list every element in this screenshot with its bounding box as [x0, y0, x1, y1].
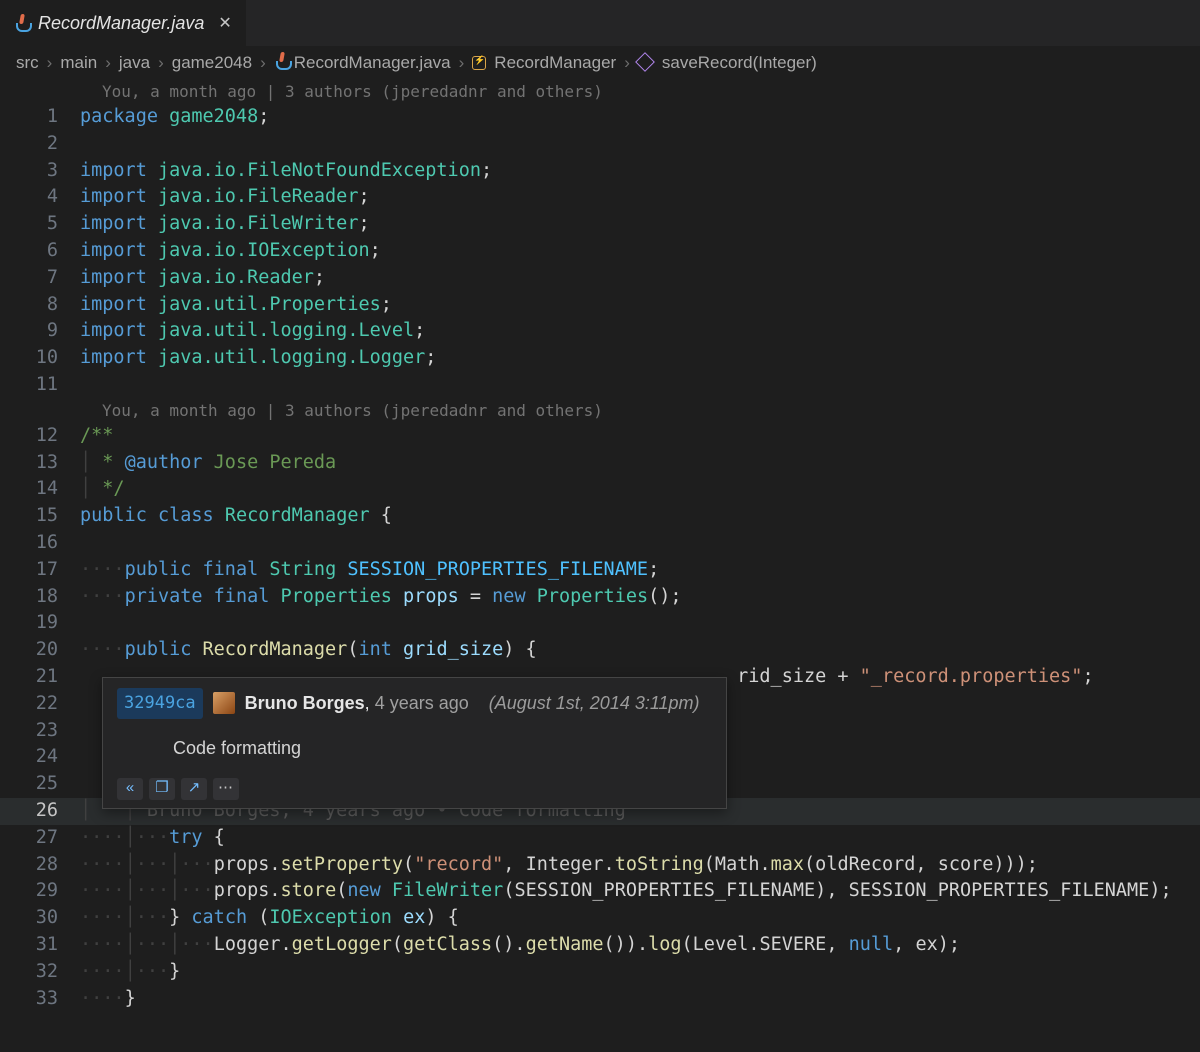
- code-line-33: 33····}: [0, 986, 1200, 1013]
- code-line-2: 2: [0, 131, 1200, 158]
- class-icon: [472, 53, 490, 73]
- open-external-icon[interactable]: ↗: [181, 778, 207, 800]
- code-line-9: 9import java.util.logging.Level;: [0, 318, 1200, 345]
- codelens-class[interactable]: You, a month ago | 3 authors (jperedadnr…: [0, 399, 1200, 423]
- java-icon: [274, 52, 290, 75]
- code-line-11: 11: [0, 372, 1200, 399]
- commit-author: Bruno Borges: [245, 693, 365, 713]
- code-line-30: 30····│···} catch (IOException ex) {: [0, 905, 1200, 932]
- code-editor[interactable]: You, a month ago | 3 authors (jperedadnr…: [0, 80, 1200, 1012]
- commit-ago: 4 years ago: [375, 693, 469, 713]
- breadcrumb: src› main› java› game2048› RecordManager…: [0, 46, 1200, 80]
- codelens-top[interactable]: You, a month ago | 3 authors (jperedadnr…: [0, 80, 1200, 104]
- crumb-file[interactable]: RecordManager.java: [294, 53, 451, 73]
- crumb-pkg[interactable]: game2048: [172, 53, 252, 73]
- code-line-19: 19: [0, 610, 1200, 637]
- code-line-8: 8import java.util.Properties;: [0, 292, 1200, 319]
- code-line-15: 15public class RecordManager {: [0, 503, 1200, 530]
- commit-sha[interactable]: 32949ca: [117, 688, 203, 719]
- code-line-5: 5import java.io.FileWriter;: [0, 211, 1200, 238]
- code-line-10: 10import java.util.logging.Logger;: [0, 345, 1200, 372]
- tab-bar: RecordManager.java ✕: [0, 0, 1200, 46]
- java-icon: [14, 14, 30, 32]
- method-icon: [638, 53, 658, 73]
- code-line-13: 13│ * @author Jose Pereda: [0, 450, 1200, 477]
- code-line-31: 31····│···│···Logger.getLogger(getClass(…: [0, 932, 1200, 959]
- code-line-18: 18····private final Properties props = n…: [0, 584, 1200, 611]
- code-line-28: 28····│···│···props.setProperty("record"…: [0, 852, 1200, 879]
- code-line-4: 4import java.io.FileReader;: [0, 184, 1200, 211]
- commit-message: Code formatting: [117, 719, 712, 778]
- prev-change-icon[interactable]: «: [117, 778, 143, 800]
- crumb-method[interactable]: saveRecord(Integer): [662, 53, 817, 73]
- more-icon[interactable]: ⋯: [213, 778, 239, 800]
- code-line-17: 17····public final String SESSION_PROPER…: [0, 557, 1200, 584]
- code-line-16: 16: [0, 530, 1200, 557]
- close-icon[interactable]: ✕: [218, 13, 231, 33]
- code-line-14: 14│ */: [0, 476, 1200, 503]
- code-line-7: 7import java.io.Reader;: [0, 265, 1200, 292]
- avatar: [213, 692, 235, 714]
- editor-tab[interactable]: RecordManager.java ✕: [0, 0, 246, 46]
- crumb-src[interactable]: src: [16, 53, 39, 73]
- git-blame-hover: 32949ca Bruno Borges, 4 years ago (Augus…: [102, 677, 727, 809]
- crumb-main[interactable]: main: [60, 53, 97, 73]
- code-line-12: 12/**: [0, 423, 1200, 450]
- code-line-27: 27····│···try {: [0, 825, 1200, 852]
- crumb-class[interactable]: RecordManager: [494, 53, 616, 73]
- commit-date: (August 1st, 2014 3:11pm): [489, 690, 700, 717]
- code-line-1: 1package game2048;: [0, 104, 1200, 131]
- copy-icon[interactable]: ❐: [149, 778, 175, 800]
- code-line-29: 29····│···│···props.store(new FileWriter…: [0, 878, 1200, 905]
- tab-label: RecordManager.java: [38, 13, 204, 34]
- crumb-java[interactable]: java: [119, 53, 150, 73]
- code-line-32: 32····│···}: [0, 959, 1200, 986]
- code-line-3: 3import java.io.FileNotFoundException;: [0, 158, 1200, 185]
- code-line-20: 20····public RecordManager(int grid_size…: [0, 637, 1200, 664]
- code-line-6: 6import java.io.IOException;: [0, 238, 1200, 265]
